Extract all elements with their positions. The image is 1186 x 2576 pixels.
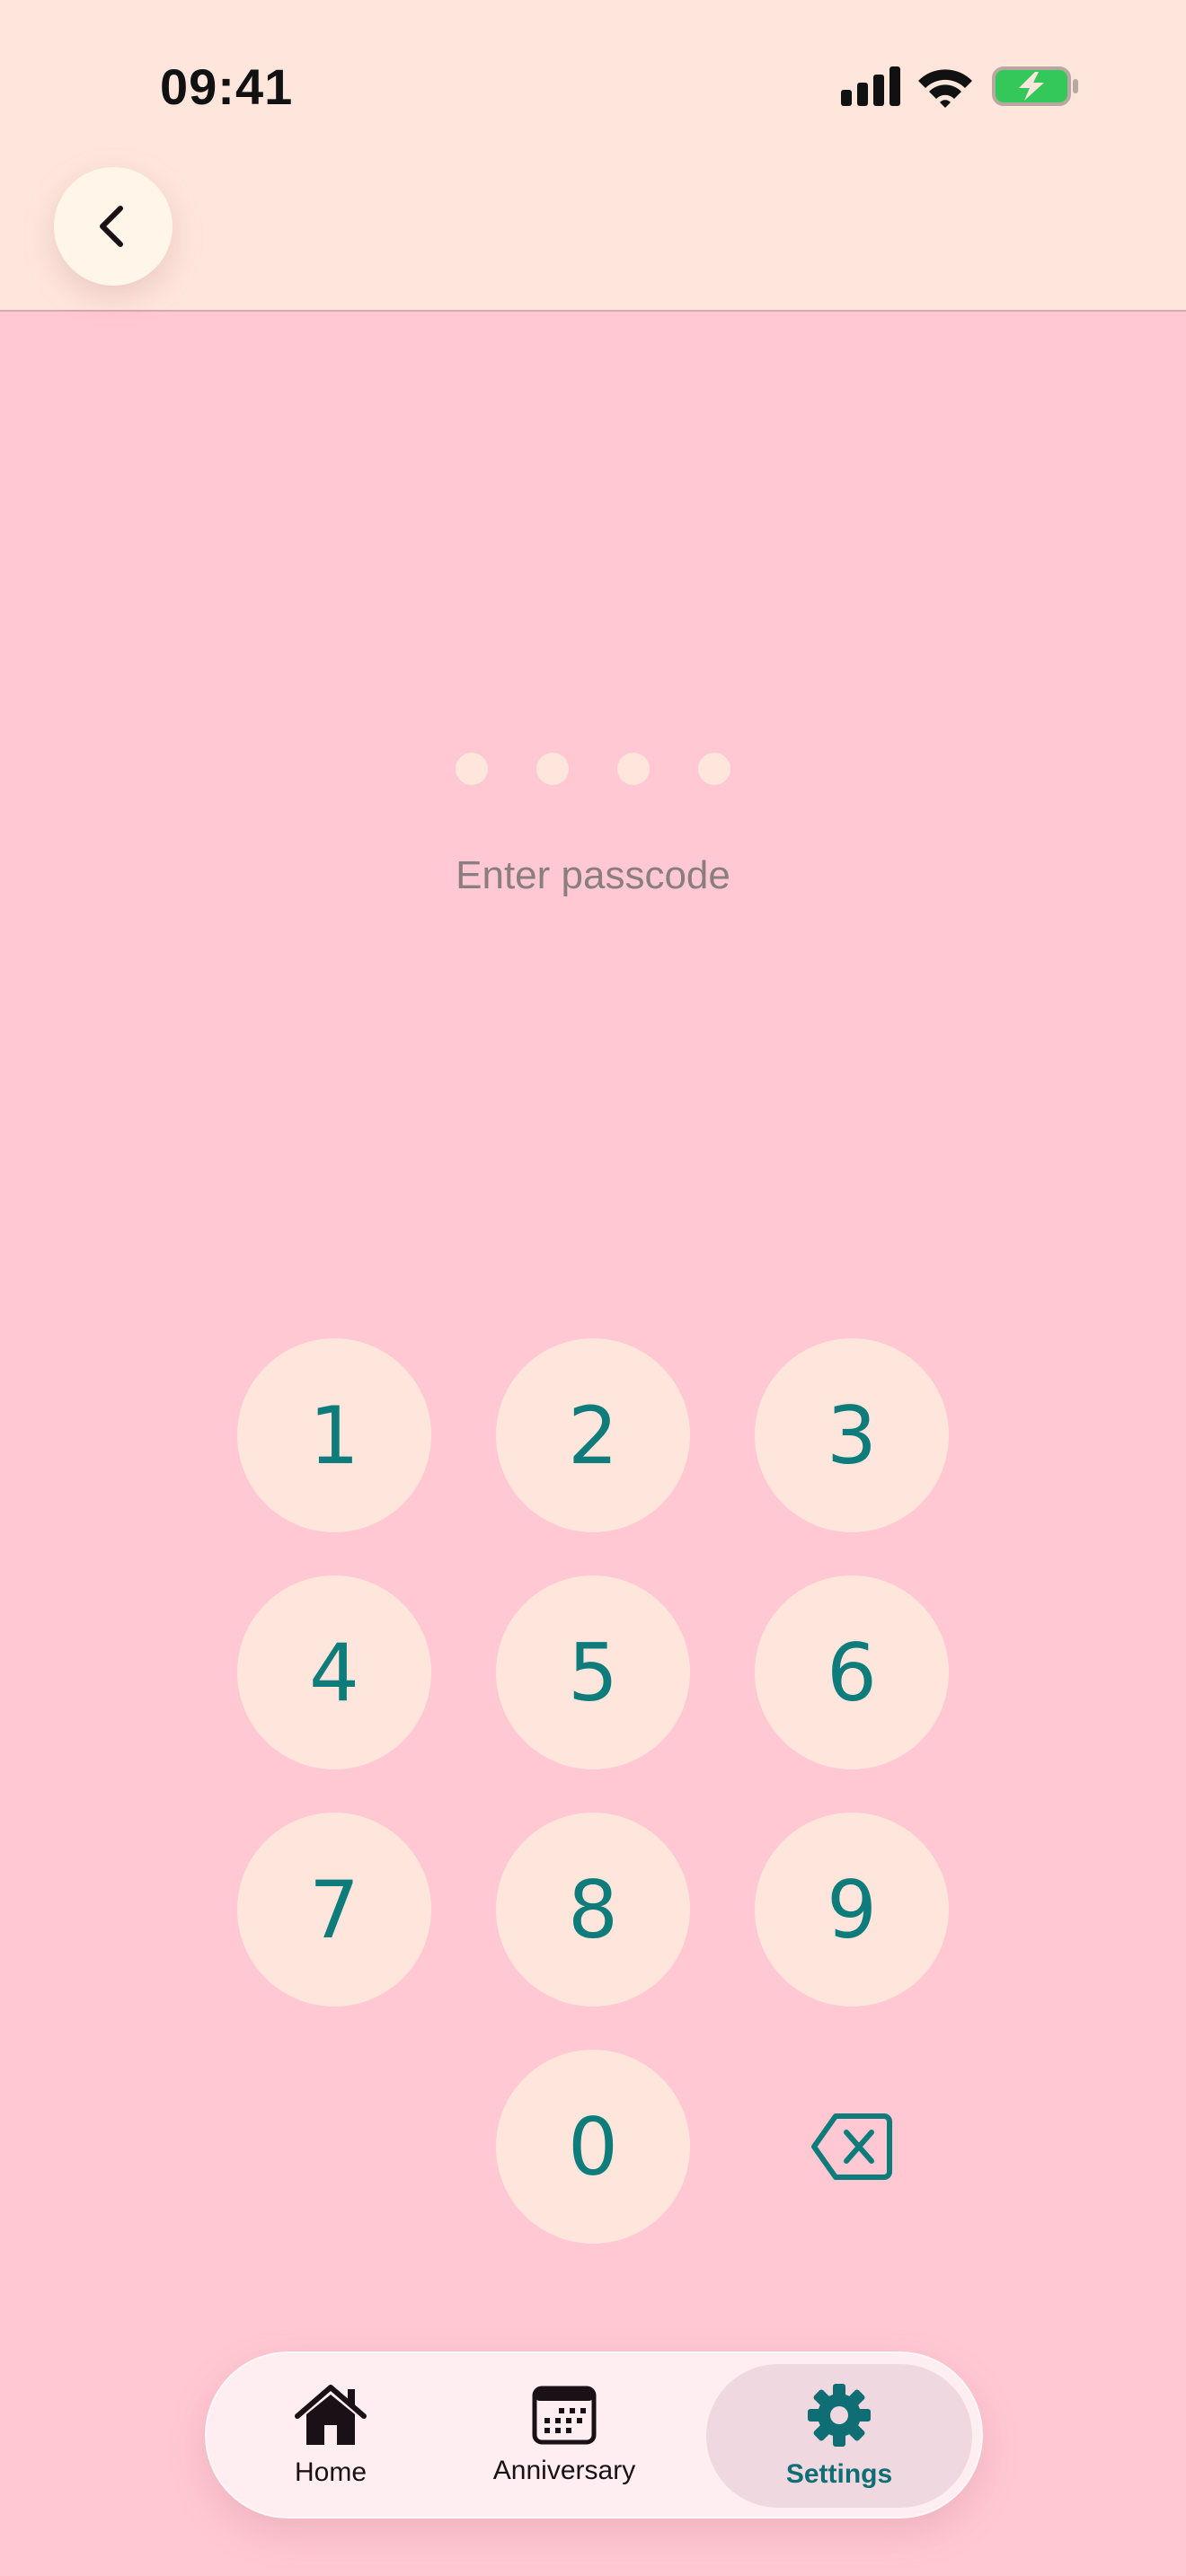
key-7[interactable]: 7 [237,1813,431,2007]
passcode-prompt: Enter passcode [456,853,730,897]
tab-home-label: Home [294,2457,367,2487]
passcode-dot [617,753,650,785]
signal-icon [841,66,900,106]
key-6[interactable]: 6 [755,1575,949,1769]
key-1[interactable]: 1 [237,1338,431,1532]
delete-button[interactable] [755,2050,949,2244]
key-0[interactable]: 0 [496,2050,690,2244]
passcode-dot [536,753,569,785]
wifi-icon [918,69,972,108]
tab-settings-label: Settings [785,2459,893,2489]
backspace-icon [811,2113,892,2180]
tab-settings[interactable]: Settings [706,2364,972,2508]
back-button[interactable] [54,167,173,286]
header-bar: 09:41 [0,0,1186,312]
key-5[interactable]: 5 [496,1575,690,1769]
passcode-dot [698,753,730,785]
status-icons [836,63,1083,112]
status-time: 09:41 [160,58,294,115]
passcode-dot [456,753,488,785]
key-3[interactable]: 3 [755,1338,949,1532]
home-icon [295,2385,367,2445]
tab-anniversary[interactable]: Anniversary [451,2364,677,2508]
key-9[interactable]: 9 [755,1813,949,2007]
key-2[interactable]: 2 [496,1338,690,1532]
tab-home[interactable]: Home [225,2364,437,2508]
tab-anniversary-label: Anniversary [492,2456,636,2485]
tab-bar: Home Anniversary Settings [205,2351,983,2519]
key-8[interactable]: 8 [496,1813,690,2007]
passcode-dots [0,753,1186,785]
calendar-icon [532,2386,597,2445]
key-4[interactable]: 4 [237,1575,431,1769]
gear-icon [808,2384,871,2447]
chevron-left-icon [100,206,123,247]
battery-icon [992,66,1078,106]
